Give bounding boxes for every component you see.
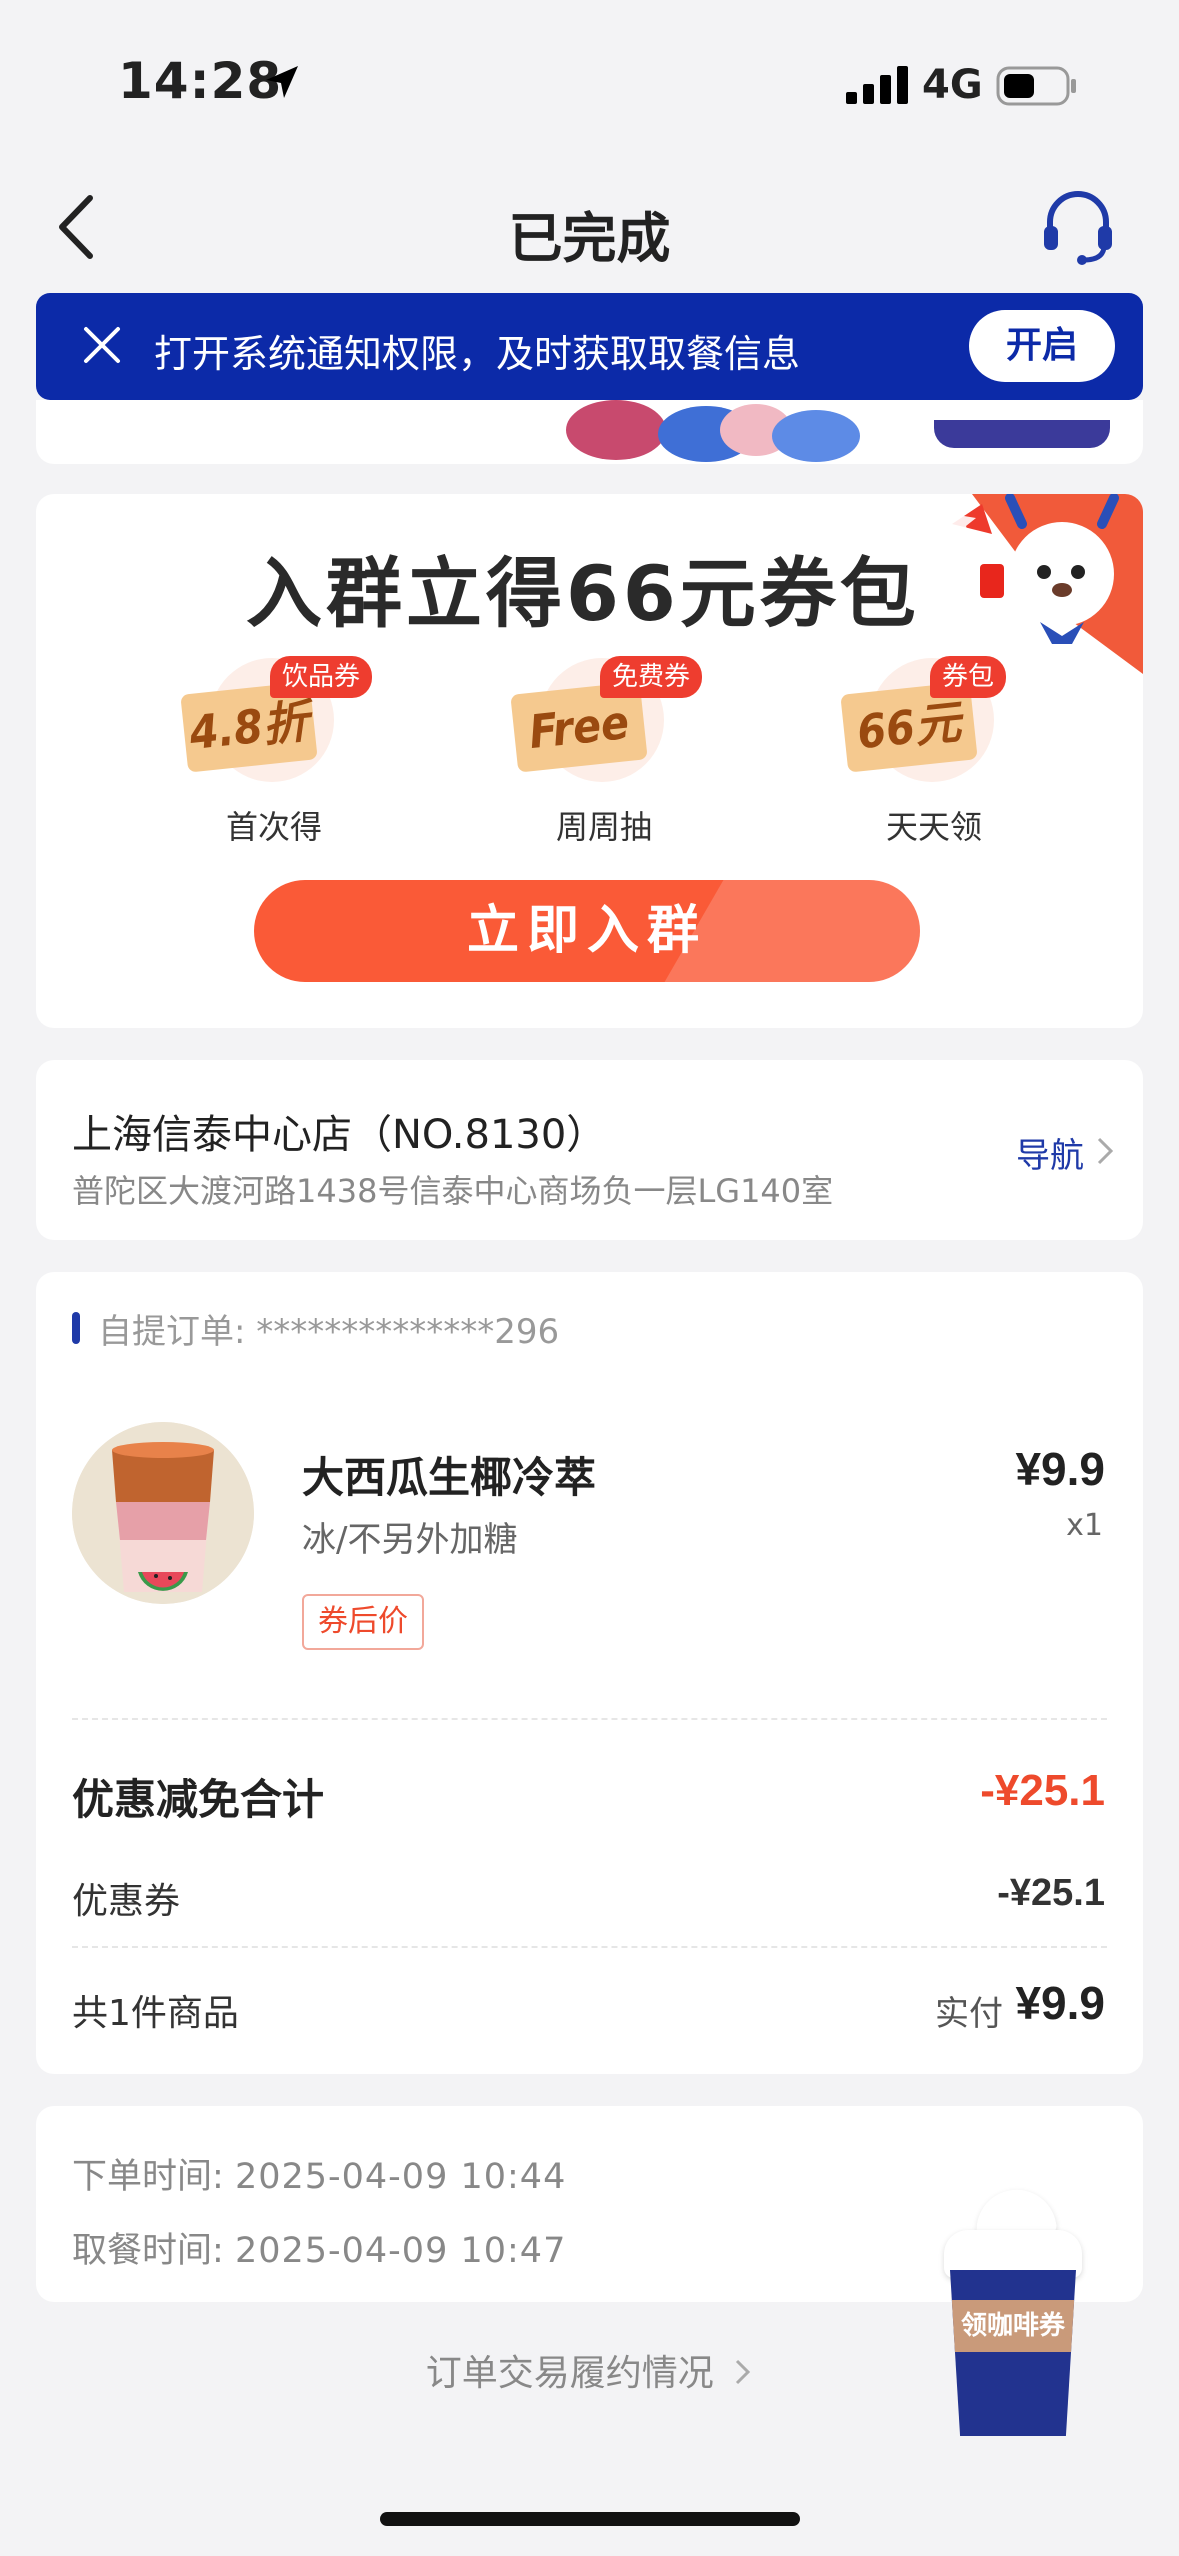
coupon-value: -¥25.1 — [997, 1872, 1105, 1914]
perk-badge: 饮品券 — [270, 656, 373, 698]
perk-label: 周周抽 — [555, 808, 652, 846]
item-count-label: 共1件商品 — [72, 1993, 239, 2034]
store-name: 上海信泰中心店（NO.8130） — [72, 1112, 607, 1158]
chevron-right-icon — [733, 2355, 753, 2396]
navigation-link[interactable]: 导航 — [1016, 1128, 1084, 1177]
product-quantity: x1 — [1066, 1508, 1103, 1543]
promo-illustration — [566, 400, 860, 462]
product-image — [72, 1422, 254, 1604]
signal-bars-icon — [846, 66, 912, 108]
perk-badge: 券包 — [930, 656, 1007, 698]
partial-banner-card — [36, 400, 1143, 464]
chevron-right-icon[interactable] — [1094, 1136, 1116, 1170]
order-card: 自提订单: **************296 大西瓜生椰冷萃 冰/不另外加糖 … — [36, 1272, 1143, 2074]
customer-service-headset-icon[interactable] — [1040, 188, 1116, 272]
order-time-value: 2025-04-09 10:44 — [234, 2157, 567, 2197]
perk-drink-coupon[interactable]: 4.8折 饮品券 首次得 — [180, 654, 384, 846]
status-bar: 14:28 4G — [0, 0, 1179, 170]
store-address: 普陀区大渡河路1438号信泰中心商场负一层LG140室 — [72, 1172, 834, 1210]
home-indicator[interactable] — [380, 2512, 800, 2526]
coffee-coupon-label: 领咖啡券 — [952, 2300, 1074, 2352]
promo-title: 入群立得66元券包 — [246, 549, 920, 638]
product-price: ¥9.9 — [1015, 1443, 1105, 1495]
after-coupon-price-tag: 券后价 — [302, 1594, 424, 1650]
order-time-label: 下单时间: — [72, 2157, 224, 2197]
enable-notification-button[interactable]: 开启 — [969, 310, 1115, 382]
notification-permission-banner: 打开系统通知权限，及时获取取餐信息 开启 — [36, 293, 1143, 400]
perk-label: 天天领 — [885, 808, 982, 846]
coupon-label: 优惠券 — [72, 1881, 181, 1922]
floating-coffee-coupon-button[interactable]: 领咖啡券 — [938, 2183, 1088, 2440]
divider — [72, 1718, 1107, 1720]
join-group-promo-card[interactable]: 入群立得66元券包 4.8折 饮品券 首次得 Free 免费券 周周抽 66元 … — [36, 494, 1143, 1028]
perk-free-coupon[interactable]: Free 免费券 周周抽 — [510, 654, 714, 846]
store-card: 上海信泰中心店（NO.8130） 普陀区大渡河路1438号信泰中心商场负一层LG… — [36, 1060, 1143, 1240]
nav-bar: 已完成 — [0, 170, 1179, 290]
promo-strip — [934, 420, 1110, 448]
deer-mascot-icon — [942, 494, 1143, 674]
status-time: 14:28 — [118, 52, 283, 110]
close-icon[interactable] — [80, 323, 124, 371]
order-number: 自提订单: **************296 — [98, 1312, 560, 1352]
join-group-button-label: 立即入群 — [466, 901, 707, 961]
discount-total-label: 优惠减免合计 — [72, 1775, 325, 1824]
network-type: 4G — [922, 62, 983, 108]
perk-label: 首次得 — [225, 808, 322, 846]
pickup-time-value: 2025-04-09 10:47 — [234, 2231, 567, 2271]
paid-value: ¥9.9 — [1015, 1977, 1105, 2029]
order-detail-page: 14:28 4G 已完成 打开系统通知权限，及时获取取餐信息 开启 入群立得66… — [0, 0, 1179, 2556]
product-spec: 冰/不另外加糖 — [302, 1520, 518, 1560]
join-group-button[interactable]: 立即入群 — [254, 880, 920, 982]
location-arrow-icon — [262, 62, 302, 106]
pickup-time-label: 取餐时间: — [72, 2231, 224, 2271]
perk-coupon-pack[interactable]: 66元 券包 天天领 — [840, 654, 1044, 846]
order-accent-bar — [72, 1312, 80, 1344]
order-time-row: 下单时间: 2025-04-09 10:44 — [72, 2148, 566, 2199]
divider — [72, 1946, 1107, 1948]
page-title: 已完成 — [508, 207, 671, 270]
discount-total-value: -¥25.1 — [980, 1766, 1105, 1815]
notification-text: 打开系统通知权限，及时获取取餐信息 — [154, 332, 801, 376]
battery-icon — [996, 66, 1078, 110]
product-name: 大西瓜生椰冷萃 — [302, 1453, 597, 1502]
fulfillment-link-label: 订单交易履约情况 — [425, 2353, 714, 2394]
perk-badge: 免费券 — [600, 656, 703, 698]
coffee-cup-icon: 领咖啡券 — [950, 2270, 1076, 2436]
pickup-time-row: 取餐时间: 2025-04-09 10:47 — [72, 2222, 566, 2273]
paid-label: 实付 — [935, 1994, 1003, 2034]
